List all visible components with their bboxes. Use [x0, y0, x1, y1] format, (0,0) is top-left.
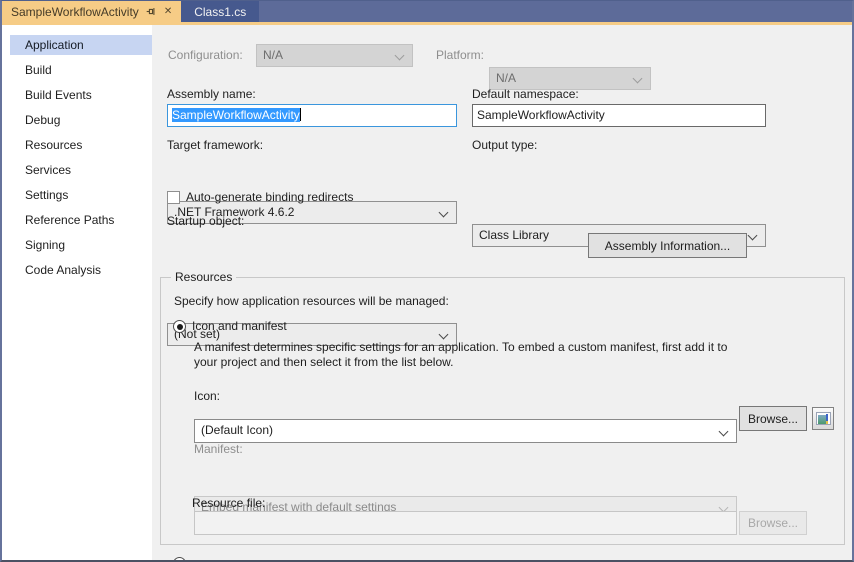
icon-browse-button[interactable]: Browse... [739, 406, 807, 431]
target-framework-label: Target framework: [167, 138, 263, 152]
resource-file-label: Resource file: [192, 496, 265, 510]
sidebar-item-reference-paths[interactable]: Reference Paths [2, 210, 152, 230]
tab-sampleworkflowactivity[interactable]: SampleWorkflowActivity ✕ [2, 1, 181, 22]
sidebar-item-resources[interactable]: Resources [2, 135, 152, 155]
tab-label: Class1.cs [194, 5, 246, 19]
sidebar-item-services[interactable]: Services [2, 160, 152, 180]
assembly-name-label: Assembly name: [167, 87, 256, 101]
default-icon-thumbnail [816, 412, 831, 425]
configuration-select: N/A [256, 44, 413, 67]
sidebar-item-code-analysis[interactable]: Code Analysis [2, 260, 152, 280]
sidebar-item-settings[interactable]: Settings [2, 185, 152, 205]
startup-object-label: Startup object: [167, 214, 244, 228]
resource-file-radio[interactable] [173, 557, 186, 562]
icon-preview-button[interactable] [812, 407, 834, 430]
sidebar-item-build-events[interactable]: Build Events [2, 85, 152, 105]
icon-value: (Default Icon) [201, 423, 273, 437]
auto-generate-binding-redirects-checkbox[interactable] [167, 191, 180, 204]
selected-text: SampleWorkflowActivity [172, 108, 300, 122]
project-properties-window: SampleWorkflowActivity ✕ Class1.cs Appli… [0, 0, 854, 562]
default-namespace-value: SampleWorkflowActivity [477, 108, 605, 122]
output-type-label: Output type: [472, 138, 537, 152]
chevron-down-icon [395, 51, 405, 61]
manifest-note-line2: your project and then select it from the… [194, 355, 453, 369]
manifest-label: Manifest: [194, 442, 243, 456]
icon-and-manifest-radio[interactable] [173, 320, 186, 333]
sidebar-item-build[interactable]: Build [2, 60, 152, 80]
resources-groupbox: Resources Specify how application resour… [160, 277, 845, 545]
icon-and-manifest-label: Icon and manifest [192, 319, 287, 333]
application-settings-panel: Configuration: N/A Platform: N/A Assembl… [152, 25, 852, 560]
chevron-down-icon [633, 74, 643, 84]
tab-class1-cs[interactable]: Class1.cs [181, 1, 259, 22]
configuration-value: N/A [263, 48, 283, 62]
manifest-note-line1: A manifest determines specific settings … [194, 340, 727, 354]
platform-value: N/A [496, 71, 516, 85]
sidebar-item-application[interactable]: Application [10, 35, 152, 55]
auto-generate-binding-redirects-label: Auto-generate binding redirects [186, 190, 353, 204]
text-caret [300, 108, 301, 121]
properties-sidebar: Application Build Build Events Debug Res… [2, 25, 152, 560]
resources-group-label: Resources [171, 270, 236, 284]
tab-label: SampleWorkflowActivity [11, 5, 139, 19]
platform-label: Platform: [436, 44, 484, 67]
pin-icon[interactable] [146, 6, 157, 17]
chevron-down-icon [439, 208, 449, 218]
assembly-name-input[interactable]: SampleWorkflowActivity [167, 104, 457, 127]
default-namespace-label: Default namespace: [472, 87, 579, 101]
icon-label: Icon: [194, 389, 220, 403]
chevron-down-icon [748, 231, 758, 241]
properties-content: Application Build Build Events Debug Res… [2, 25, 852, 560]
chevron-down-icon [719, 427, 729, 437]
resource-file-browse-button: Browse... [739, 511, 807, 535]
icon-select[interactable]: (Default Icon) [194, 419, 737, 443]
default-namespace-input[interactable]: SampleWorkflowActivity [472, 104, 766, 127]
sidebar-item-signing[interactable]: Signing [2, 235, 152, 255]
configuration-label: Configuration: [168, 44, 243, 67]
resources-description: Specify how application resources will b… [174, 294, 449, 308]
resource-file-input [194, 511, 737, 535]
close-icon[interactable]: ✕ [164, 7, 172, 17]
manifest-note: A manifest determines specific settings … [194, 340, 754, 370]
output-type-value: Class Library [479, 228, 549, 242]
document-tabstrip: SampleWorkflowActivity ✕ Class1.cs [2, 1, 852, 22]
sidebar-item-debug[interactable]: Debug [2, 110, 152, 130]
assembly-information-button[interactable]: Assembly Information... [588, 233, 747, 258]
